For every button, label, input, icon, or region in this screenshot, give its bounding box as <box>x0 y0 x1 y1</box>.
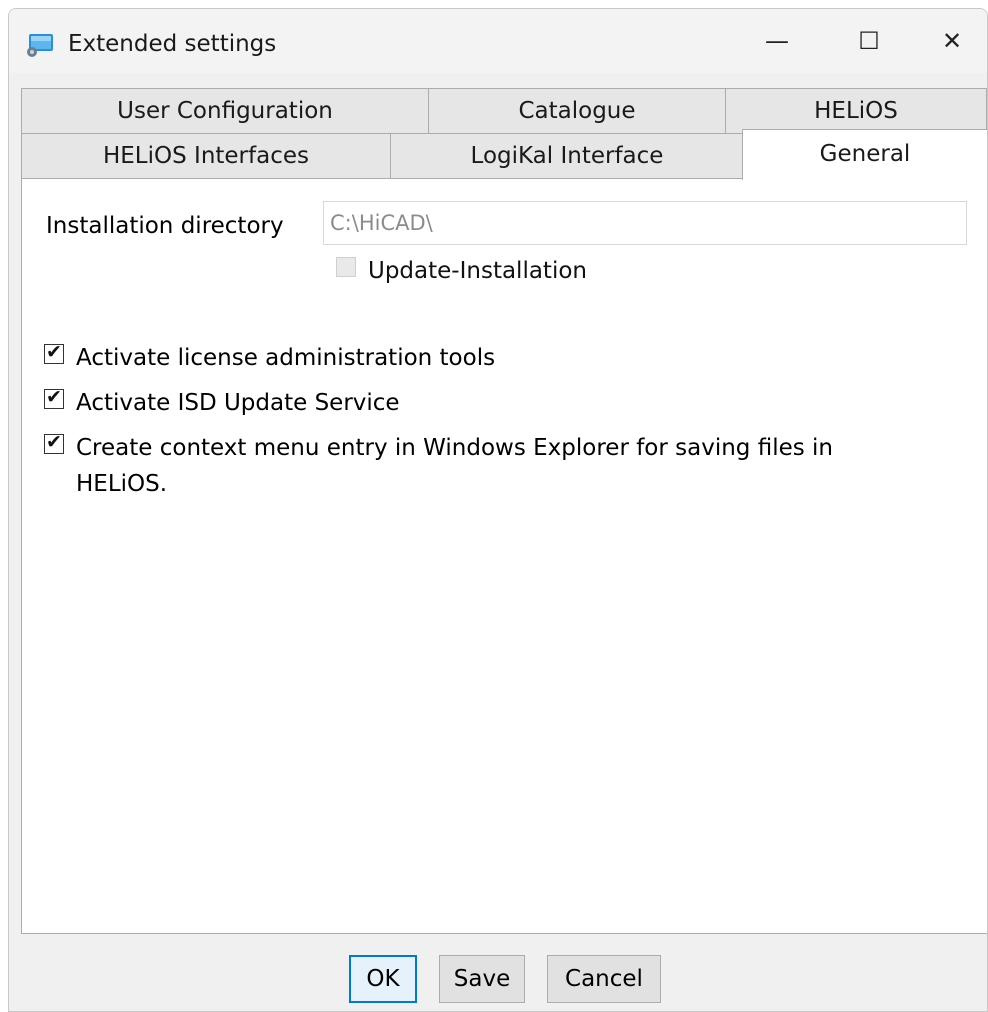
tab-label: User Configuration <box>117 98 333 124</box>
context-menu-entry-label-line2: HELiOS. <box>76 471 168 497</box>
isd-update-service-checkbox[interactable]: ✔ <box>44 386 64 409</box>
tab-user-configuration[interactable]: User Configuration <box>21 88 429 134</box>
tab-helios[interactable]: HELiOS <box>725 88 987 134</box>
tab-label: HELiOS Interfaces <box>102 143 309 169</box>
general-tab-panel: Installation directory Update-Installati… <box>21 178 987 934</box>
tab-label: HELiOS <box>814 98 898 124</box>
context-menu-entry-label-line1: Create context menu entry in Windows Exp… <box>76 435 834 461</box>
hicad-window-icon <box>27 34 53 57</box>
license-tools-label: Activate license administration tools <box>76 345 496 371</box>
isd-update-service-label: Activate ISD Update Service <box>76 390 400 416</box>
close-button[interactable]: ✕ <box>915 9 987 73</box>
window-title: Extended settings <box>68 31 277 57</box>
save-button[interactable]: Save <box>439 955 525 1003</box>
tab-label: LogiKal Interface <box>470 143 664 169</box>
ok-button[interactable]: OK <box>349 955 417 1003</box>
isd-update-service-option: ✔ Activate ISD Update Service <box>44 385 400 421</box>
tab-helios-interfaces[interactable]: HELiOS Interfaces <box>21 133 391 179</box>
extended-settings-window: Extended settings — ☐ ✕ User Configurati… <box>8 8 988 1012</box>
tab-label: Catalogue <box>518 98 636 124</box>
context-menu-entry-option: ✔ Create context menu entry in Windows E… <box>44 430 833 502</box>
license-tools-checkbox[interactable]: ✔ <box>44 341 64 364</box>
checkmark-icon: ✔ <box>46 431 62 453</box>
tab-general[interactable]: General <box>742 129 987 180</box>
cancel-button[interactable]: Cancel <box>547 955 661 1003</box>
tab-logikal-interface[interactable]: LogiKal Interface <box>390 133 744 179</box>
checkmark-icon: ✔ <box>46 386 62 408</box>
maximize-icon: ☐ <box>858 27 880 55</box>
installation-directory-input[interactable] <box>323 201 967 245</box>
minimize-button[interactable]: — <box>731 9 823 73</box>
maximize-button[interactable]: ☐ <box>823 9 915 73</box>
update-installation-option: Update-Installation <box>336 253 587 289</box>
context-menu-entry-label: Create context menu entry in Windows Exp… <box>76 430 833 502</box>
tab-catalogue[interactable]: Catalogue <box>428 88 726 134</box>
title-bar[interactable]: Extended settings — ☐ ✕ <box>9 9 987 73</box>
minimize-icon: — <box>765 27 789 55</box>
close-icon: ✕ <box>941 27 963 55</box>
tab-label: General <box>819 141 911 167</box>
update-installation-label: Update-Installation <box>368 258 587 284</box>
installation-directory-label: Installation directory <box>46 213 284 239</box>
license-tools-option: ✔ Activate license administration tools <box>44 340 495 376</box>
update-installation-checkbox[interactable] <box>336 257 356 277</box>
context-menu-entry-checkbox[interactable]: ✔ <box>44 431 64 454</box>
checkmark-icon: ✔ <box>46 341 62 363</box>
